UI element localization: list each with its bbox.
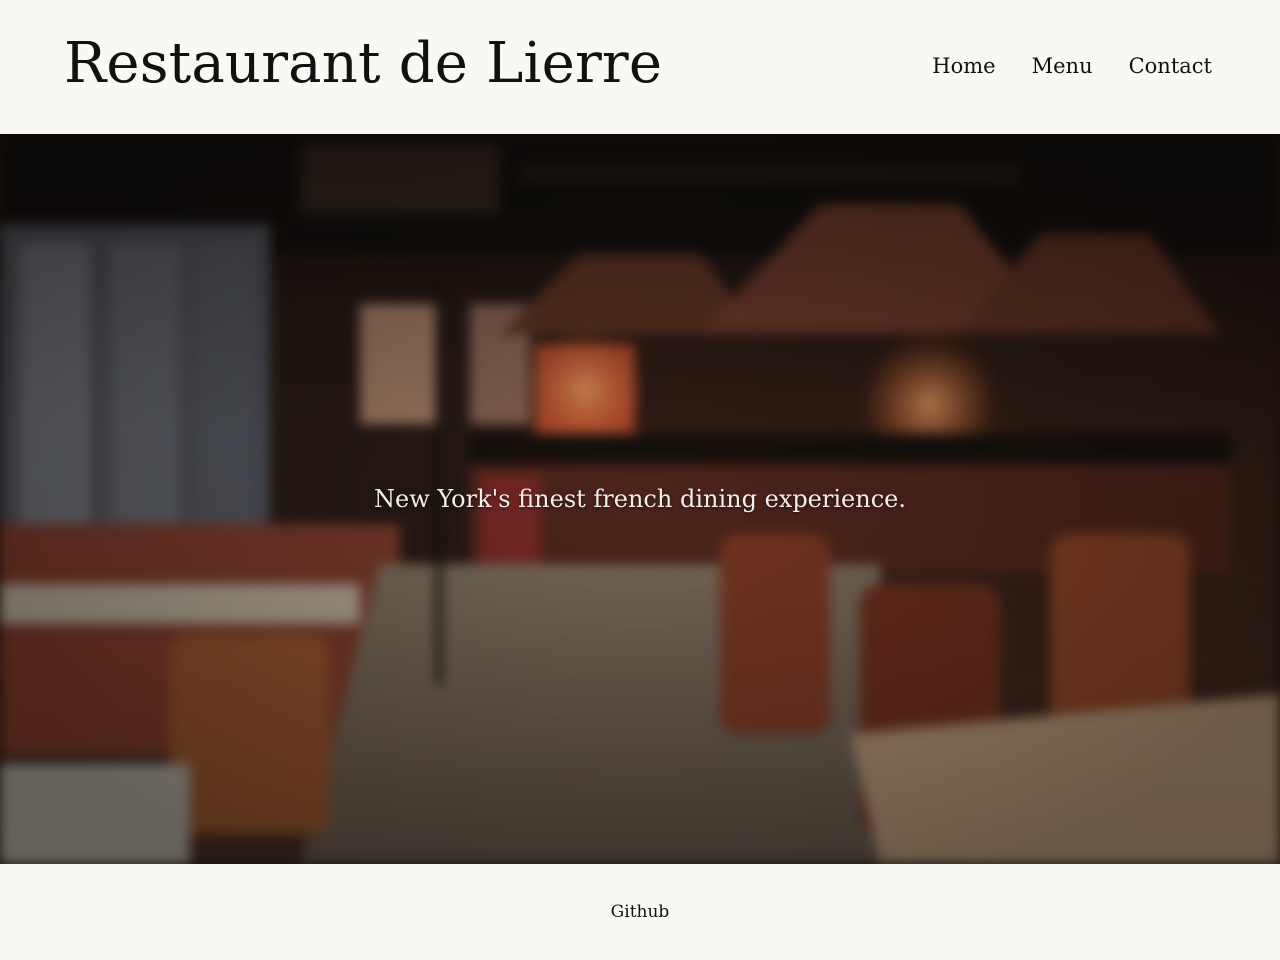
site-header: Restaurant de Lierre Home Menu Contact bbox=[0, 0, 1280, 134]
site-title: Restaurant de Lierre bbox=[64, 31, 663, 96]
nav-contact-link[interactable]: Contact bbox=[1129, 54, 1212, 79]
nav-menu-link[interactable]: Menu bbox=[1032, 54, 1093, 79]
site-footer: Github bbox=[0, 864, 1280, 960]
github-link[interactable]: Github bbox=[0, 902, 1280, 922]
hero-tagline: New York's finest french dining experien… bbox=[374, 485, 906, 513]
hero-section: New York's finest french dining experien… bbox=[0, 134, 1280, 864]
main-nav: Home Menu Contact bbox=[932, 54, 1212, 79]
nav-home-link[interactable]: Home bbox=[932, 54, 995, 79]
